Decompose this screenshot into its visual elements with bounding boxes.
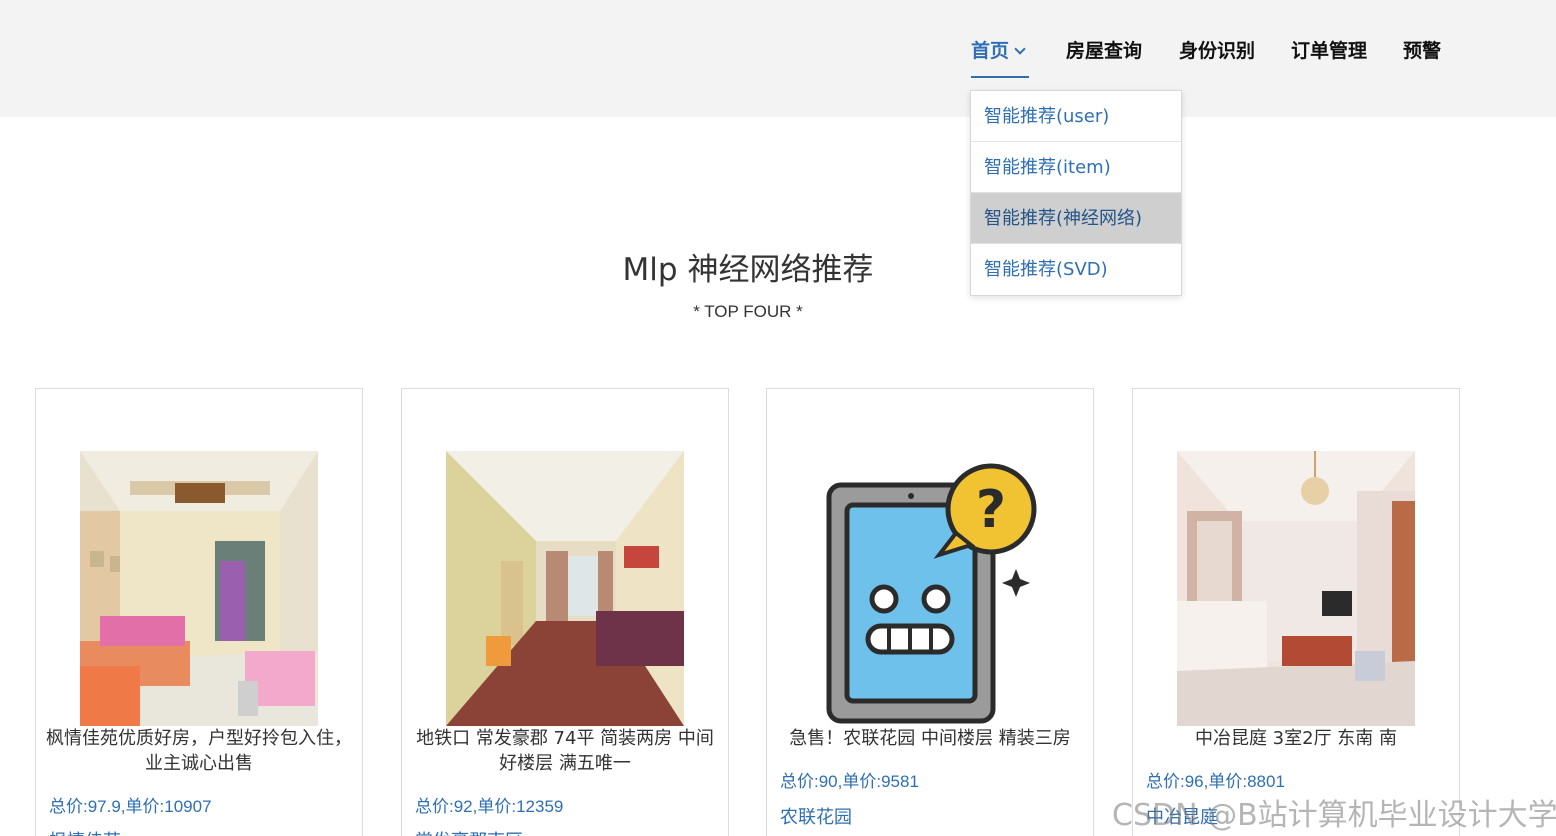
- nav-orders[interactable]: 订单管理: [1291, 36, 1367, 63]
- top-header: 首页 房屋查询 身份识别 订单管理 预警: [0, 0, 1556, 117]
- nav-house-search[interactable]: 房屋查询: [1066, 36, 1142, 63]
- house-card[interactable]: 中冶昆庭 3室2厅 东南 南 总价:96,单价:8801 中冶昆庭: [1132, 388, 1460, 836]
- nav-warning[interactable]: 预警: [1403, 36, 1441, 63]
- dropdown-item-neural[interactable]: 智能推荐(神经网络): [971, 193, 1181, 244]
- house-card[interactable]: 地铁口 常发豪郡 74平 简装两房 中间好楼层 满五唯一 总价:92,单价:12…: [401, 388, 729, 836]
- dropdown-item-svd[interactable]: 智能推荐(SVD): [971, 244, 1181, 295]
- house-community-link[interactable]: 农联花园: [780, 803, 852, 829]
- chevron-down-icon: [1014, 43, 1026, 55]
- missing-image-tablet-icon[interactable]: ?: [811, 451, 1049, 726]
- house-card[interactable]: ? 急售！农联花园 中间楼层 精装三房 总价:90,单价:9581 农联花园: [766, 388, 1094, 836]
- house-photo[interactable]: [1177, 451, 1415, 726]
- house-price: 总价:96,单价:8801: [1146, 772, 1285, 791]
- house-price: 总价:92,单价:12359: [415, 797, 564, 816]
- nav-home[interactable]: 首页: [971, 36, 1029, 78]
- watermark: CSDN @B站计算机毕业设计大学: [1112, 798, 1556, 833]
- home-dropdown-menu: 智能推荐(user) 智能推荐(item) 智能推荐(神经网络) 智能推荐(SV…: [970, 90, 1182, 296]
- house-price: 总价:90,单价:9581: [780, 772, 919, 791]
- section-subtitle: * TOP FOUR *: [693, 302, 803, 321]
- dropdown-item-item[interactable]: 智能推荐(item): [971, 142, 1181, 193]
- dropdown-item-user[interactable]: 智能推荐(user): [971, 91, 1181, 142]
- section-title: Mlp 神经网络推荐: [622, 252, 874, 288]
- house-title[interactable]: 地铁口 常发豪郡 74平 简装两房 中间好楼层 满五唯一: [412, 726, 718, 776]
- nav-identity[interactable]: 身份识别: [1179, 36, 1255, 63]
- house-price: 总价:97.9,单价:10907: [49, 797, 212, 816]
- house-community-link[interactable]: 枫情佳苑: [49, 827, 121, 836]
- house-title[interactable]: 枫情佳苑优质好房，户型好拎包入住，业主诚心出售: [46, 726, 352, 776]
- nav-home-label: 首页: [971, 40, 1010, 62]
- house-community-link[interactable]: 常发豪郡南区: [415, 827, 523, 836]
- house-photo[interactable]: [80, 451, 318, 726]
- house-photo[interactable]: [446, 451, 684, 726]
- nav-active-underline: [971, 76, 1029, 78]
- house-title[interactable]: 急售！农联花园 中间楼层 精装三房: [777, 726, 1083, 751]
- house-card[interactable]: 枫情佳苑优质好房，户型好拎包入住，业主诚心出售 总价:97.9,单价:10907…: [35, 388, 363, 836]
- house-title[interactable]: 中冶昆庭 3室2厅 东南 南: [1143, 726, 1449, 751]
- svg-text:?: ?: [976, 480, 1006, 540]
